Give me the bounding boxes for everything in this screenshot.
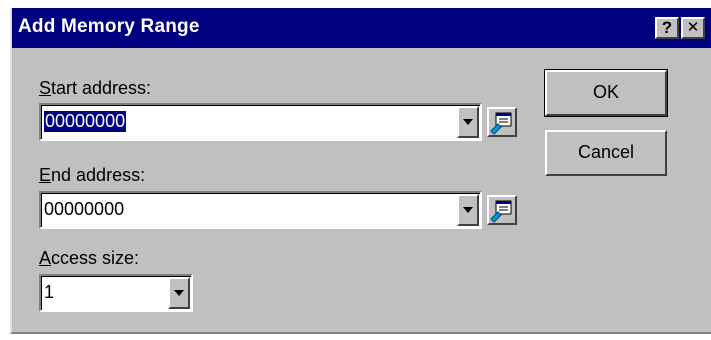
end-address-browse-button[interactable]: [487, 195, 517, 225]
access-size-value[interactable]: 1: [44, 282, 54, 303]
end-address-combobox[interactable]: 00000000: [39, 191, 482, 229]
help-button[interactable]: ?: [655, 17, 679, 39]
start-address-dropdown-button[interactable]: [457, 106, 479, 138]
chevron-down-icon: [463, 207, 473, 213]
dialog-title: Add Memory Range: [18, 16, 200, 37]
end-address-value[interactable]: 00000000: [44, 199, 124, 220]
end-address-label: End address:: [39, 165, 146, 185]
access-size-combobox[interactable]: 1: [39, 274, 193, 312]
start-address-combobox[interactable]: 00000000: [39, 103, 482, 141]
title-bar[interactable]: Add Memory Range ? ✕: [12, 8, 711, 48]
start-address-label: Start address:: [39, 78, 152, 98]
ok-button[interactable]: OK: [544, 69, 668, 117]
access-size-dropdown-button[interactable]: [168, 277, 190, 309]
cancel-button[interactable]: Cancel: [545, 130, 667, 176]
chevron-down-icon: [463, 119, 473, 125]
add-memory-range-dialog: Add Memory Range ? ✕ Start address: 0000…: [10, 8, 711, 334]
close-button[interactable]: ✕: [681, 17, 705, 39]
browse-memory-icon: [490, 200, 512, 223]
access-size-label: Access size:: [39, 248, 140, 268]
chevron-down-icon: [174, 290, 184, 296]
start-address-value[interactable]: 00000000: [44, 111, 127, 132]
browse-memory-icon: [490, 112, 512, 135]
end-address-dropdown-button[interactable]: [457, 194, 479, 226]
start-address-browse-button[interactable]: [487, 107, 517, 137]
